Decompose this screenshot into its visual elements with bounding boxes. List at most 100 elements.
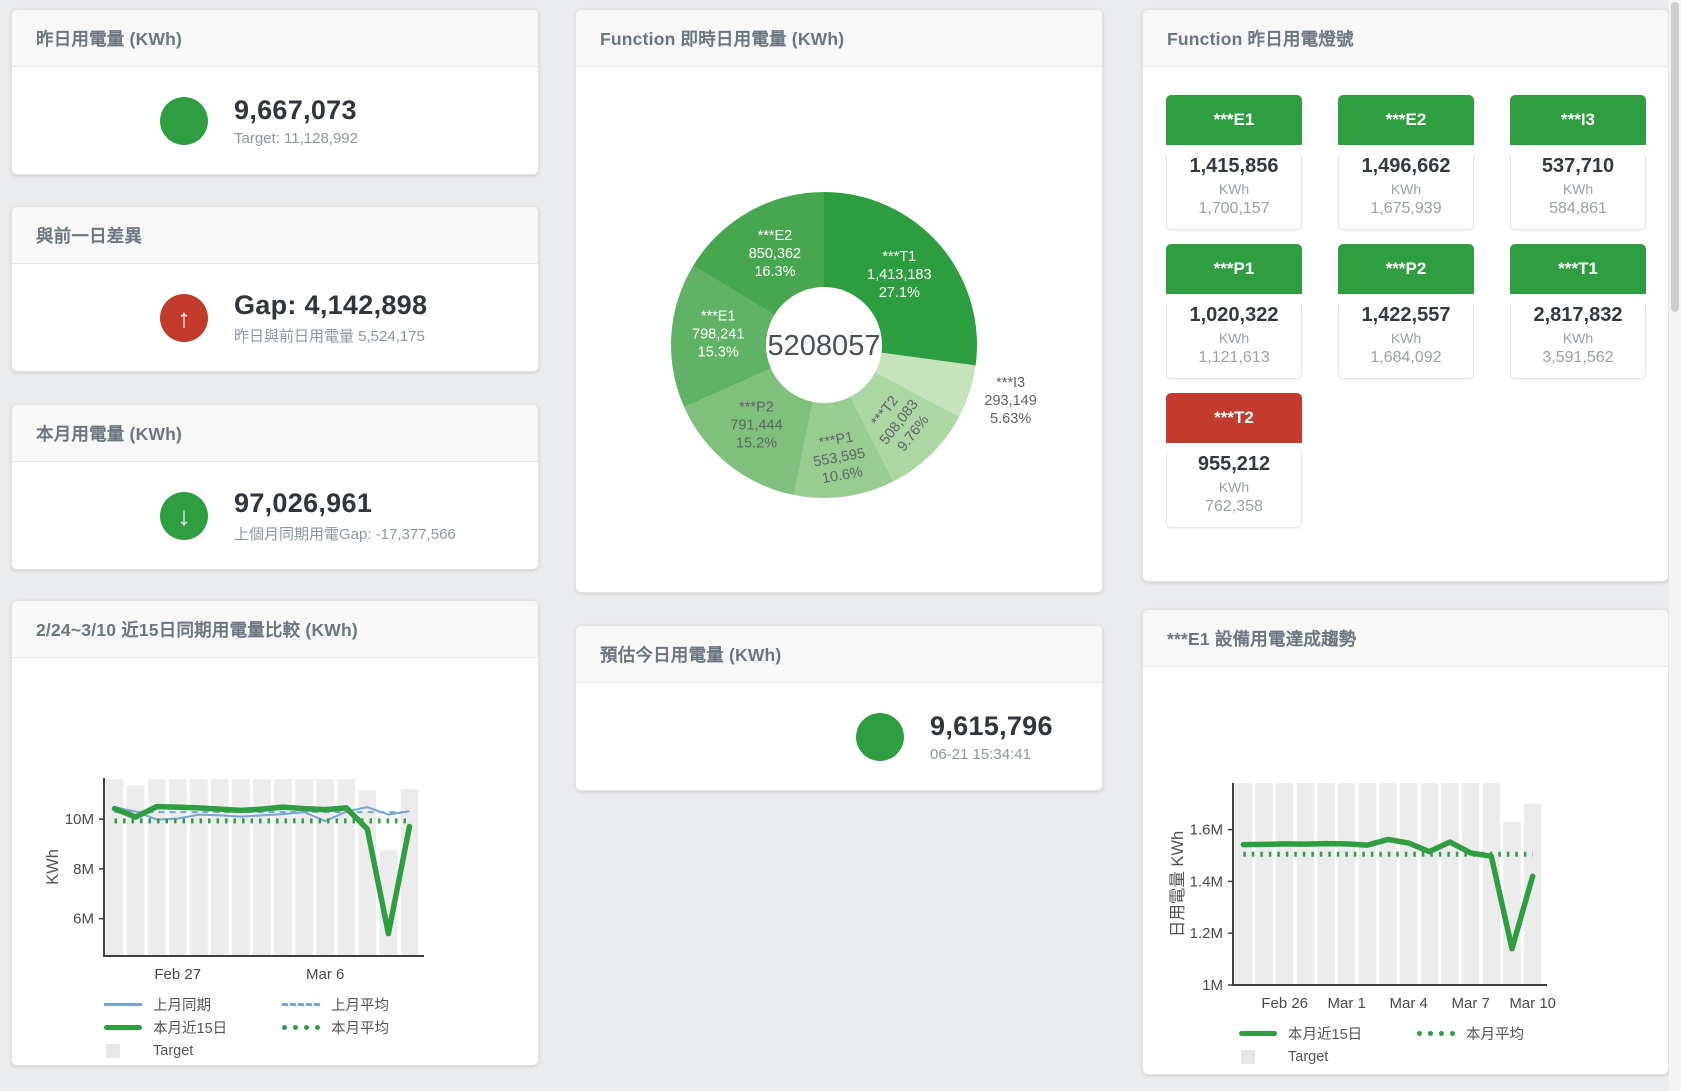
metric-subtext: 上個月同期用電Gap: -17,377,566: [234, 523, 456, 544]
legend-swatch-line-green-thick: [1239, 1031, 1277, 1036]
card-yesterday-usage: 昨日用電量 (KWh) 9,667,073 Target: 11,128,992: [11, 9, 539, 175]
scrollbar-thumb[interactable]: [1671, 2, 1679, 312]
lamp-tile-unit: KWh: [1339, 181, 1473, 197]
card-month-usage: 本月用電量 (KWh) ↓ 97,026,961 上個月同期用電Gap: -17…: [11, 404, 539, 570]
target-bar: [253, 779, 271, 956]
lamp-tile-T2: ***T2 955,212 KWh 762,358: [1166, 393, 1302, 528]
target-bar: [1379, 783, 1396, 985]
lamp-tile-P1: ***P1 1,020,322 KWh 1,121,613: [1166, 244, 1302, 379]
lamp-tile-unit: KWh: [1167, 330, 1301, 346]
lamp-tile-target: 3,591,562: [1511, 349, 1645, 367]
lamp-tile-value: 537,710: [1511, 155, 1645, 178]
arrow-up-icon: ↑: [160, 294, 208, 342]
card-realtime-usage-donut: Function 即時日用電量 (KWh) ***T11,413,18327.1…: [575, 9, 1103, 593]
lamp-tile-header: ***P1: [1166, 244, 1302, 294]
target-bar: [1359, 783, 1376, 985]
card-title: Function 昨日用電燈號: [1167, 26, 1354, 51]
legend-row: Target: [1239, 1045, 1668, 1068]
metric-text: Gap: 4,142,898 昨日與前日用電量 5,524,175: [234, 290, 427, 346]
legend-item: 上月同期: [104, 994, 282, 1015]
lamp-tile-target: 584,861: [1511, 200, 1645, 218]
metric-subtext: 06-21 15:34:41: [930, 746, 1053, 763]
lamp-tile-body: 537,710 KWh 584,861: [1510, 155, 1646, 230]
target-bar: [1317, 783, 1334, 985]
lamp-tile-body: 1,020,322 KWh 1,121,613: [1166, 304, 1302, 379]
target-bar: [1297, 783, 1314, 985]
metric-body: 9,615,796 06-21 15:34:41: [576, 683, 1102, 790]
lamp-tile-body: 1,415,856 KWh 1,700,157: [1166, 155, 1302, 230]
lamp-tile-grid: ***E1 1,415,856 KWh 1,700,157 ***E2 1,49…: [1143, 67, 1668, 528]
target-bar: [211, 779, 229, 956]
metric-value: 9,615,796: [930, 711, 1053, 742]
lamp-tile-header: ***P2: [1338, 244, 1474, 294]
x-tick-label: Mar 6: [306, 966, 344, 983]
lamp-tile-target: 1,700,157: [1167, 200, 1301, 218]
target-bar: [232, 779, 250, 956]
card-header: Function 昨日用電燈號: [1143, 10, 1668, 67]
y-tick-label: 1M: [1202, 977, 1223, 994]
card-title: 昨日用電量 (KWh): [36, 26, 182, 51]
target-bar: [1441, 783, 1458, 985]
lamp-tile-body: 1,422,557 KWh 1,684,092: [1338, 304, 1474, 379]
target-bar: [1462, 783, 1479, 985]
lamp-tile-target: 1,684,092: [1339, 349, 1473, 367]
arrow-down-icon: ↓: [160, 492, 208, 540]
lamp-tile-target: 762,358: [1167, 498, 1301, 516]
x-tick-label: Mar 1: [1327, 995, 1365, 1012]
card-title: ***E1 設備用電達成趨勢: [1167, 626, 1357, 651]
x-tick-label: Feb 26: [1261, 995, 1308, 1012]
legend-swatch-dot-green: [1417, 1031, 1455, 1036]
card-estimated-today-usage: 預估今日用電量 (KWh) 9,615,796 06-21 15:34:41: [575, 625, 1103, 791]
legend-label: 上月平均: [331, 994, 389, 1015]
metric-text: 97,026,961 上個月同期用電Gap: -17,377,566: [234, 488, 456, 544]
lamp-tile-label: ***I3: [1561, 110, 1595, 130]
dashboard-page: { "colors":{ "green":"#2f9e41","red":"#c…: [0, 0, 1681, 1091]
target-bar: [1235, 783, 1252, 985]
lamp-tile-target: 1,121,613: [1167, 349, 1301, 367]
right-column: Function 昨日用電燈號 ***E1 1,415,856 KWh 1,70…: [1142, 0, 1669, 1075]
legend-swatch-line-blue: [104, 1003, 142, 1006]
metric-body: ↑ Gap: 4,142,898 昨日與前日用電量 5,524,175: [12, 264, 538, 371]
lamp-tile-header: ***I3: [1510, 95, 1646, 145]
legend-item: 上月平均: [282, 994, 460, 1015]
card-e1-trend-chart: ***E1 設備用電達成趨勢 1M1.2M1.4M1.6MFeb 26Mar 1…: [1142, 609, 1669, 1075]
legend-swatch-dot-green: [282, 1025, 320, 1030]
y-tick-label: 1.4M: [1190, 873, 1223, 890]
donut-slice-label: ***I3293,1495.63%: [984, 375, 1036, 427]
y-axis-label: KWh: [44, 849, 62, 885]
legend-label: 本月平均: [331, 1017, 389, 1038]
lamp-tile-body: 2,817,832 KWh 3,591,562: [1510, 304, 1646, 379]
lamp-tile-label: ***E2: [1386, 110, 1427, 130]
lamp-tile-header: ***T2: [1166, 393, 1302, 443]
lamp-tile-header: ***T1: [1510, 244, 1646, 294]
legend-item-target: Target: [104, 1043, 282, 1059]
lamp-tile-unit: KWh: [1339, 330, 1473, 346]
status-circle-icon: [856, 713, 904, 761]
y-axis-label: 日用電量 KWh: [1169, 831, 1187, 937]
card-15day-compare-chart: 2/24~3/10 近15日同期用電量比較 (KWh) 6M8M10MFeb 2…: [11, 600, 539, 1066]
legend-row: 本月近15日本月平均: [1239, 1022, 1668, 1045]
scrollbar-track: [1669, 0, 1681, 1091]
card-day-gap: 與前一日差異 ↑ Gap: 4,142,898 昨日與前日用電量 5,524,1…: [11, 206, 539, 372]
legend-swatch-dash-blue: [282, 1003, 320, 1006]
legend-item: 本月平均: [282, 1017, 460, 1038]
card-header: 2/24~3/10 近15日同期用電量比較 (KWh): [12, 601, 538, 658]
y-tick-label: 10M: [65, 811, 94, 828]
metric-subtext: 昨日與前日用電量 5,524,175: [234, 325, 427, 346]
card-header: ***E1 設備用電達成趨勢: [1143, 610, 1668, 667]
lamp-tile-I3: ***I3 537,710 KWh 584,861: [1510, 95, 1646, 230]
legend-row: Target: [104, 1039, 538, 1062]
status-circle-icon: [160, 97, 208, 145]
metric-text: 9,615,796 06-21 15:34:41: [930, 711, 1053, 763]
lamp-tile-value: 1,496,662: [1339, 155, 1473, 178]
lamp-tile-unit: KWh: [1511, 181, 1645, 197]
legend-label: 本月近15日: [153, 1017, 227, 1038]
lamp-tile-value: 2,817,832: [1511, 304, 1645, 327]
legend-swatch-target: [1241, 1050, 1255, 1064]
lamp-tile-unit: KWh: [1167, 181, 1301, 197]
lamp-tile-label: ***T2: [1214, 408, 1254, 428]
metric-text: 9,667,073 Target: 11,128,992: [234, 95, 358, 147]
card-header: 本月用電量 (KWh): [12, 405, 538, 462]
y-tick-label: 1.2M: [1190, 925, 1223, 942]
card-header: 昨日用電量 (KWh): [12, 10, 538, 67]
